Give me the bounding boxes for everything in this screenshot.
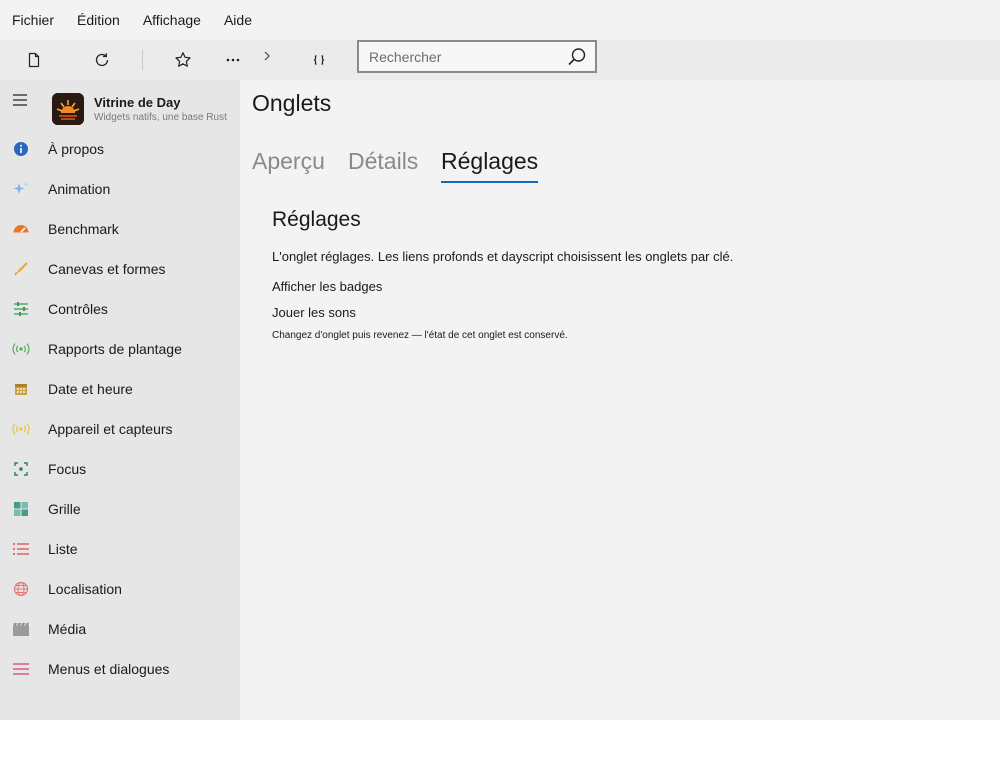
sidebar-item-grille[interactable]: Grille <box>0 489 240 529</box>
sidebar-item-label: Animation <box>48 181 111 197</box>
option-afficher-badges[interactable]: Afficher les badges <box>272 279 382 294</box>
sidebar-item-canevas-et-formes[interactable]: Canevas et formes <box>0 249 240 289</box>
page-title: Onglets <box>252 90 332 116</box>
option-jouer-sons[interactable]: Jouer les sons <box>272 305 356 320</box>
state-note: Changez d'onglet puis revenez — l'état d… <box>272 330 568 341</box>
sidebar-item-label: Rapports de plantage <box>48 341 182 357</box>
focus-icon <box>12 460 30 478</box>
info-icon <box>12 140 30 158</box>
main-content: Onglets Aperçu Détails Réglages Réglages… <box>240 80 1000 720</box>
sidebar-item-focus[interactable]: Focus <box>0 449 240 489</box>
sidebar-item-label: Focus <box>48 461 87 477</box>
sparkle-icon <box>12 180 30 198</box>
tab-apercu[interactable]: Aperçu <box>252 148 325 181</box>
broadcast-icon <box>12 340 30 358</box>
sidebar-item-benchmark[interactable]: Benchmark <box>0 209 240 249</box>
toolbar-separator <box>142 50 143 70</box>
app-subtitle: Widgets natifs, une base Rust <box>94 112 227 123</box>
code-button[interactable] <box>303 44 335 76</box>
sidebar-item-label: À propos <box>48 141 105 157</box>
sidebar-item-liste[interactable]: Liste <box>0 529 240 569</box>
app-logo <box>52 93 84 125</box>
sidebar-item-localisation[interactable]: Localisation <box>0 569 240 609</box>
braces-icon <box>313 55 325 65</box>
star-icon <box>175 52 191 67</box>
sidebar-item-label: Canevas et formes <box>48 261 166 277</box>
sliders-icon <box>12 300 30 318</box>
sidebar-item-controles[interactable]: Contrôles <box>0 289 240 329</box>
clapperboard-icon <box>12 620 30 638</box>
sidebar-item-label: Date et heure <box>48 381 133 397</box>
menu-affichage[interactable]: Affichage <box>131 0 212 40</box>
toolbar <box>0 40 1000 80</box>
grid-icon <box>12 500 30 518</box>
new-file-button[interactable] <box>18 44 50 76</box>
search-input[interactable] <box>359 42 557 71</box>
sidebar-item-menus-et-dialogues[interactable]: Menus et dialogues <box>0 649 240 689</box>
menu-edition[interactable]: Édition <box>65 0 131 40</box>
new-file-icon <box>28 52 40 68</box>
list-icon <box>12 540 30 558</box>
sidebar-item-a-propos[interactable]: À propos <box>0 129 240 169</box>
favorite-button[interactable] <box>167 44 199 76</box>
sidebar-item-label: Contrôles <box>48 301 108 317</box>
section-description: L'onglet réglages. Les liens profonds et… <box>272 249 734 264</box>
menu-fichier[interactable]: Fichier <box>0 0 65 40</box>
more-button[interactable] <box>217 44 249 76</box>
search-icon[interactable] <box>567 47 587 67</box>
sidebar-item-media[interactable]: Média <box>0 609 240 649</box>
sidebar-item-label: Appareil et capteurs <box>48 421 173 437</box>
speedometer-icon <box>12 220 30 238</box>
sidebar-item-label: Liste <box>48 541 78 557</box>
tab-details[interactable]: Détails <box>348 148 418 181</box>
calendar-icon <box>12 380 30 398</box>
chevron-right-icon <box>264 51 270 61</box>
refresh-button[interactable] <box>86 44 118 76</box>
globe-icon <box>12 580 30 598</box>
menu-lines-icon <box>12 660 30 678</box>
more-icon <box>226 58 240 62</box>
sidebar-item-date-et-heure[interactable]: Date et heure <box>0 369 240 409</box>
sidebar-item-label: Grille <box>48 501 81 517</box>
section-title: Réglages <box>272 208 361 231</box>
sensor-icon <box>12 420 30 438</box>
hamburger-icon[interactable] <box>10 90 30 110</box>
sidebar-item-label: Menus et dialogues <box>48 661 170 677</box>
sidebar: Vitrine de Day Widgets natifs, une base … <box>0 80 240 720</box>
sidebar-item-appareil-et-capteurs[interactable]: Appareil et capteurs <box>0 409 240 449</box>
app-title: Vitrine de Day <box>94 95 181 110</box>
sidebar-item-rapports-de-plantage[interactable]: Rapports de plantage <box>0 329 240 369</box>
refresh-icon <box>95 53 109 67</box>
brush-icon <box>12 260 30 278</box>
sidebar-item-label: Localisation <box>48 581 122 597</box>
expand-button[interactable] <box>251 40 283 72</box>
tab-reglages[interactable]: Réglages <box>441 148 539 183</box>
menu-aide[interactable]: Aide <box>212 0 263 40</box>
sidebar-item-animation[interactable]: Animation <box>0 169 240 209</box>
search-box <box>357 40 597 73</box>
sidebar-item-label: Média <box>48 621 87 637</box>
sidebar-item-label: Benchmark <box>48 221 119 237</box>
menu-bar: Fichier Édition Affichage Aide <box>0 0 1000 40</box>
